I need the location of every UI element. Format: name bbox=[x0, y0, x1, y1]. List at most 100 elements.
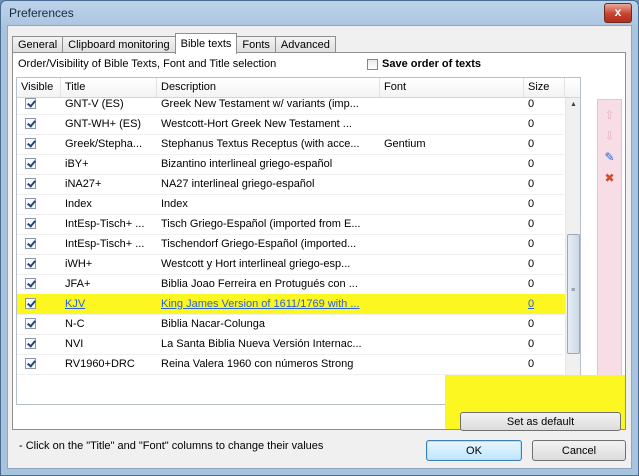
size-cell: 0 bbox=[528, 358, 535, 370]
table-row[interactable]: GNT-WH+ (ES) Westcott-Hort Greek New Test… bbox=[17, 114, 564, 135]
title-cell[interactable]: iNA27+ bbox=[65, 174, 155, 194]
description-cell: NA27 interlineal griego-español bbox=[161, 178, 315, 190]
remove-text-icon[interactable]: ✖ bbox=[601, 170, 618, 186]
table-row[interactable]: GNT-V (ES) Greek New Testament w/ variant… bbox=[17, 94, 564, 115]
visible-checkbox[interactable] bbox=[25, 238, 36, 249]
table-row-highlighted[interactable]: KJV King James Version of 1611/1769 with … bbox=[17, 294, 580, 315]
font-cell[interactable] bbox=[384, 314, 520, 334]
font-cell[interactable] bbox=[384, 274, 520, 294]
size-cell: 0 bbox=[528, 198, 535, 210]
table-row[interactable]: IntEsp-Tisch+ ... Tisch Griego-Español (i… bbox=[17, 214, 564, 235]
visible-checkbox[interactable] bbox=[25, 278, 36, 289]
visible-checkbox[interactable] bbox=[25, 218, 36, 229]
save-order-checkbox-box[interactable] bbox=[367, 58, 378, 70]
title-cell[interactable]: IntEsp-Tisch+ ... bbox=[65, 234, 155, 254]
title-cell[interactable]: N-C bbox=[65, 314, 155, 334]
title-cell[interactable]: JFA+ bbox=[65, 274, 155, 294]
panel-caption: Order/Visibility of Bible Texts, Font an… bbox=[18, 58, 277, 70]
title-cell[interactable]: GNT-V (ES) bbox=[65, 94, 155, 114]
column-edit-hint: - Click on the "Title" and "Font" column… bbox=[19, 440, 324, 452]
table-row[interactable]: N-C Biblia Nacar-Colunga 0 bbox=[17, 314, 564, 335]
visible-checkbox[interactable] bbox=[25, 358, 36, 369]
visible-checkbox[interactable] bbox=[25, 258, 36, 269]
grid-vertical-scrollbar[interactable]: ▲ ≡ ▼ bbox=[565, 98, 580, 404]
ok-button[interactable]: OK bbox=[426, 440, 522, 461]
title-cell[interactable]: IntEsp-Tisch+ ... bbox=[65, 214, 155, 234]
font-cell[interactable] bbox=[384, 174, 520, 194]
close-button[interactable]: x bbox=[604, 3, 632, 23]
title-cell[interactable]: GNT-WH+ (ES) bbox=[65, 114, 155, 134]
title-cell[interactable]: Index bbox=[65, 194, 155, 214]
description-cell: Westcott-Hort Greek New Testament ... bbox=[161, 118, 352, 130]
font-cell[interactable] bbox=[384, 354, 520, 374]
table-row[interactable]: Index Index 0 bbox=[17, 194, 564, 215]
size-cell: 0 bbox=[528, 118, 535, 130]
size-cell: 0 bbox=[528, 238, 535, 250]
visible-checkbox[interactable] bbox=[25, 318, 36, 329]
title-cell[interactable]: RV1960+DRC bbox=[65, 354, 155, 374]
table-row[interactable]: RV1960+DRC Reina Valera 1960 con números … bbox=[17, 354, 564, 375]
title-cell[interactable]: iBY+ bbox=[65, 154, 155, 174]
scroll-thumb[interactable]: ≡ bbox=[567, 234, 580, 354]
save-order-label: Save order of texts bbox=[382, 58, 482, 70]
description-cell: King James Version of 1611/1769 with ... bbox=[161, 298, 360, 310]
visible-checkbox[interactable] bbox=[25, 198, 36, 209]
visible-checkbox[interactable] bbox=[25, 118, 36, 129]
visible-checkbox[interactable] bbox=[25, 298, 36, 309]
description-cell: Bizantino interlineal griego-español bbox=[161, 158, 333, 170]
font-cell[interactable] bbox=[384, 194, 520, 214]
scroll-up-arrow[interactable]: ▲ bbox=[567, 98, 580, 111]
size-cell: 0 bbox=[528, 318, 535, 330]
move-down-icon[interactable]: ⇩ bbox=[601, 128, 618, 144]
description-cell: Index bbox=[161, 198, 188, 210]
table-row[interactable]: NVI La Santa Biblia Nueva Versión Interna… bbox=[17, 334, 564, 355]
font-cell[interactable] bbox=[384, 334, 520, 354]
cancel-button[interactable]: Cancel bbox=[532, 440, 626, 461]
visible-checkbox[interactable] bbox=[25, 138, 36, 149]
font-cell[interactable] bbox=[384, 154, 520, 174]
visible-checkbox[interactable] bbox=[25, 178, 36, 189]
description-cell: Westcott y Hort interlineal griego-esp..… bbox=[161, 258, 351, 270]
description-cell: La Santa Biblia Nueva Versión Internac..… bbox=[161, 338, 362, 350]
font-cell[interactable] bbox=[384, 94, 520, 114]
size-cell: 0 bbox=[528, 158, 535, 170]
description-cell: Biblia Joao Ferreira en Protugués con ..… bbox=[161, 278, 358, 290]
table-row[interactable]: iWH+ Westcott y Hort interlineal griego-e… bbox=[17, 254, 564, 275]
move-up-icon[interactable]: ⇧ bbox=[601, 107, 618, 123]
title-cell[interactable]: NVI bbox=[65, 334, 155, 354]
table-row[interactable]: Greek/Stepha... Stephanus Textus Receptus… bbox=[17, 134, 564, 155]
font-cell[interactable] bbox=[384, 294, 520, 314]
description-cell: Stephanus Textus Receptus (with acce... bbox=[161, 138, 360, 150]
visible-checkbox[interactable] bbox=[25, 98, 36, 109]
visible-checkbox[interactable] bbox=[25, 158, 36, 169]
size-cell: 0 bbox=[528, 98, 535, 110]
font-cell[interactable] bbox=[384, 114, 520, 134]
dialog-body: General Clipboard monitoring Bible texts… bbox=[7, 25, 632, 469]
window-title: Preferences bbox=[9, 6, 74, 20]
table-row[interactable]: iBY+ Bizantino interlineal griego-español… bbox=[17, 154, 564, 175]
description-cell: Tisch Griego-Español (imported from E... bbox=[161, 218, 361, 230]
bible-texts-grid: Visible Title Description Font Size GNT-… bbox=[16, 77, 581, 405]
title-cell[interactable]: iWH+ bbox=[65, 254, 155, 274]
title-cell[interactable]: KJV bbox=[65, 294, 155, 314]
table-row[interactable]: iNA27+ NA27 interlineal griego-español 0 bbox=[17, 174, 564, 195]
visible-checkbox[interactable] bbox=[25, 338, 36, 349]
title-bar: Preferences x bbox=[1, 1, 638, 25]
size-cell: 0 bbox=[528, 218, 535, 230]
description-cell: Greek New Testament w/ variants (imp... bbox=[161, 98, 359, 110]
scroll-grip-icon: ≡ bbox=[571, 287, 576, 294]
preferences-window: Preferences x General Clipboard monitori… bbox=[0, 0, 639, 476]
tab-bible-texts[interactable]: Bible texts bbox=[174, 33, 238, 54]
edit-text-icon[interactable]: ✎ bbox=[601, 149, 618, 165]
table-row[interactable]: IntEsp-Tisch+ ... Tischendorf Griego-Espa… bbox=[17, 234, 564, 255]
font-cell[interactable] bbox=[384, 234, 520, 254]
font-cell[interactable]: Gentium bbox=[384, 134, 520, 154]
save-order-checkbox[interactable]: Save order of texts bbox=[367, 58, 481, 70]
size-cell: 0 bbox=[528, 338, 535, 350]
table-row[interactable]: JFA+ Biblia Joao Ferreira en Protugués co… bbox=[17, 274, 564, 295]
title-cell[interactable]: Greek/Stepha... bbox=[65, 134, 155, 154]
font-cell[interactable] bbox=[384, 254, 520, 274]
size-cell: 0 bbox=[528, 178, 535, 190]
set-as-default-button[interactable]: Set as default bbox=[460, 412, 621, 431]
font-cell[interactable] bbox=[384, 214, 520, 234]
